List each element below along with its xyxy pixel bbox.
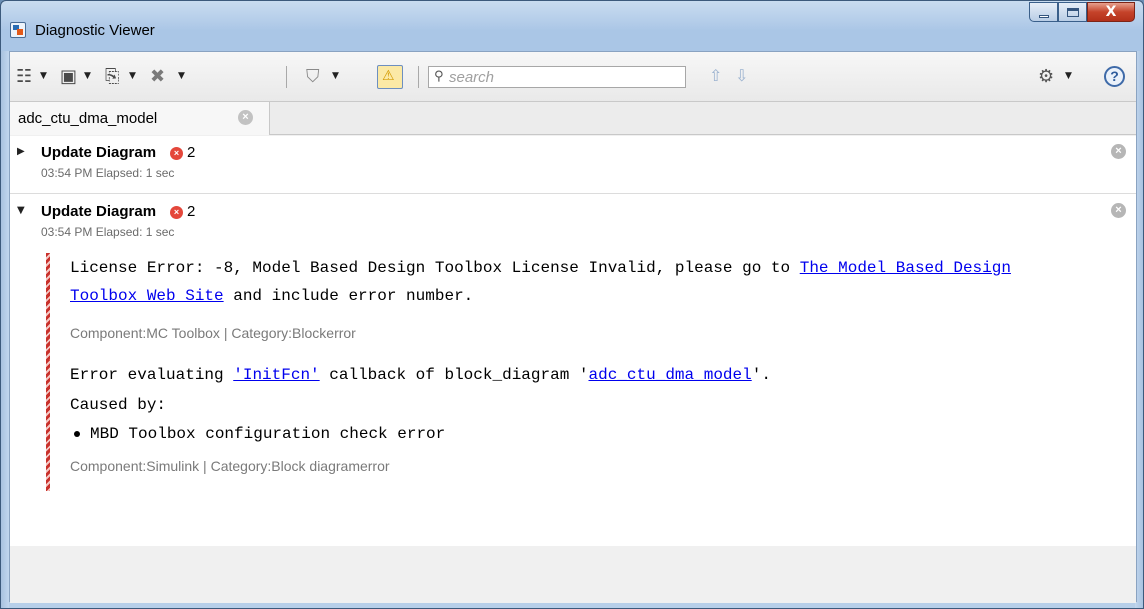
message-line: License Error: -8, Model Based Design To… (70, 253, 1011, 283)
diagnostic-viewer-window: Diagnostic Viewer X ☷ ▼ ▣ ▼ ⎘ ▼ ✖ ▼ ⛉ ▼ … (0, 0, 1144, 609)
component-category: Component:MC Toolbox | Category:Blockerr… (70, 325, 356, 341)
message-line: Toolbox Web Site and include error numbe… (70, 281, 473, 311)
initfcn-link[interactable]: 'InitFcn' (233, 366, 319, 384)
tab-close-icon[interactable]: × (238, 110, 253, 125)
maximize-button[interactable] (1058, 2, 1087, 22)
window-controls: X (1029, 2, 1135, 22)
collapse-arrow-icon[interactable]: ▼ (17, 205, 25, 216)
message-text: License Error: -8, Model Based Design To… (70, 259, 800, 277)
diagnostic-list: ▶ Update Diagram × 2 03:54 PM Elapsed: 1… (10, 136, 1136, 546)
window-title: Diagnostic Viewer (35, 22, 155, 39)
entry-title: Update Diagram (41, 203, 157, 220)
copy-dropdown-caret-icon[interactable]: ▼ (129, 71, 136, 81)
caused-by-label: Caused by: (70, 396, 167, 414)
maximize-icon (1067, 8, 1079, 17)
error-message: License Error: -8, Model Based Design To… (46, 253, 1136, 363)
minimize-icon (1039, 15, 1049, 18)
help-button[interactable]: ? (1104, 66, 1125, 87)
component-category: Component:Simulink | Category:Block diag… (70, 458, 390, 474)
toolbar-separator (418, 66, 419, 88)
window-left-border (1, 51, 9, 608)
clear-dropdown-caret-icon[interactable]: ▼ (178, 71, 185, 81)
close-button[interactable]: X (1087, 2, 1135, 22)
app-icon (10, 22, 26, 38)
title-bar[interactable]: Diagnostic Viewer X (1, 1, 1143, 51)
diagnostic-entry[interactable]: ▼ Update Diagram × 2 03:54 PM Elapsed: 1… (10, 195, 1136, 546)
client-area: ☷ ▼ ▣ ▼ ⎘ ▼ ✖ ▼ ⛉ ▼ ⚠ ⚲ search ⇧ ⇩ ⚙ ▼ ?… (9, 51, 1137, 603)
model-link[interactable]: adc_ctu_dma_model (589, 366, 752, 384)
close-icon: X (1105, 4, 1117, 20)
severity-toggle-button[interactable]: ⚠ (377, 65, 403, 89)
website-link[interactable]: The Model Based Design (800, 259, 1011, 277)
bullet-icon (74, 430, 80, 437)
save-button[interactable]: ▣ (60, 66, 77, 88)
entry-title: Update Diagram (41, 144, 157, 161)
clear-button[interactable]: ✖ (150, 66, 165, 88)
empty-area (10, 546, 1136, 603)
entry-timestamp: 03:54 PM Elapsed: 1 sec (41, 225, 175, 239)
website-link[interactable]: Toolbox Web Site (70, 287, 224, 305)
up-arrow-icon[interactable]: ⇧ (709, 66, 722, 85)
message-text: '. (751, 366, 771, 384)
down-arrow-icon[interactable]: ⇩ (735, 66, 748, 85)
message-line: Error evaluating 'InitFcn' callback of b… (70, 360, 771, 390)
search-box[interactable]: ⚲ (428, 66, 686, 88)
gear-icon: ⚙ (1038, 66, 1055, 87)
error-message: Error evaluating 'InitFcn' callback of b… (46, 360, 1136, 491)
settings-dropdown-caret-icon[interactable]: ▼ (1065, 71, 1072, 81)
minimize-button[interactable] (1029, 2, 1058, 22)
entry-timestamp: 03:54 PM Elapsed: 1 sec (41, 166, 175, 180)
view-button[interactable]: ☷ (16, 66, 32, 88)
error-count: 2 (187, 203, 196, 220)
cause-list-item: MBD Toolbox configuration check error (70, 419, 445, 449)
view-list-icon: ☷ (16, 66, 33, 87)
error-icon: × (170, 147, 183, 160)
message-text: Error evaluating (70, 366, 234, 384)
save-icon: ▣ (60, 66, 78, 87)
view-dropdown-caret-icon[interactable]: ▼ (40, 71, 47, 81)
message-text: and include error number. (223, 287, 474, 305)
error-count: 2 (187, 144, 196, 161)
copy-icon: ⎘ (105, 66, 120, 87)
cause-text: MBD Toolbox configuration check error (90, 425, 446, 443)
filter-button[interactable]: ⛉ (306, 66, 320, 88)
tab-label: adc_ctu_dma_model (18, 110, 158, 127)
warning-toggle-icon: ⚠ (382, 68, 395, 84)
settings-button[interactable]: ⚙ (1038, 66, 1054, 88)
tab-bar: adc_ctu_dma_model × (10, 102, 1136, 135)
search-icon: ⚲ (434, 69, 444, 84)
diagnostic-entry[interactable]: ▶ Update Diagram × 2 03:54 PM Elapsed: 1… (10, 136, 1136, 194)
expand-arrow-icon[interactable]: ▶ (17, 146, 25, 157)
filter-dropdown-caret-icon[interactable]: ▼ (332, 71, 339, 81)
toolbar-separator (286, 66, 287, 88)
error-icon: × (170, 206, 183, 219)
message-text: callback of block_diagram ' (319, 366, 589, 384)
filter-icon: ⛉ (306, 66, 320, 87)
clear-icon: ✖ (150, 66, 166, 87)
tab-adc-ctu-dma-model[interactable]: adc_ctu_dma_model × (10, 102, 270, 135)
entry-close-icon[interactable]: × (1111, 203, 1126, 218)
entry-close-icon[interactable]: × (1111, 144, 1126, 159)
search-input[interactable] (449, 68, 681, 86)
save-dropdown-caret-icon[interactable]: ▼ (84, 71, 91, 81)
copy-button[interactable]: ⎘ (105, 66, 119, 88)
toolbar: ☷ ▼ ▣ ▼ ⎘ ▼ ✖ ▼ ⛉ ▼ ⚠ ⚲ search ⇧ ⇩ ⚙ ▼ ? (10, 52, 1136, 102)
